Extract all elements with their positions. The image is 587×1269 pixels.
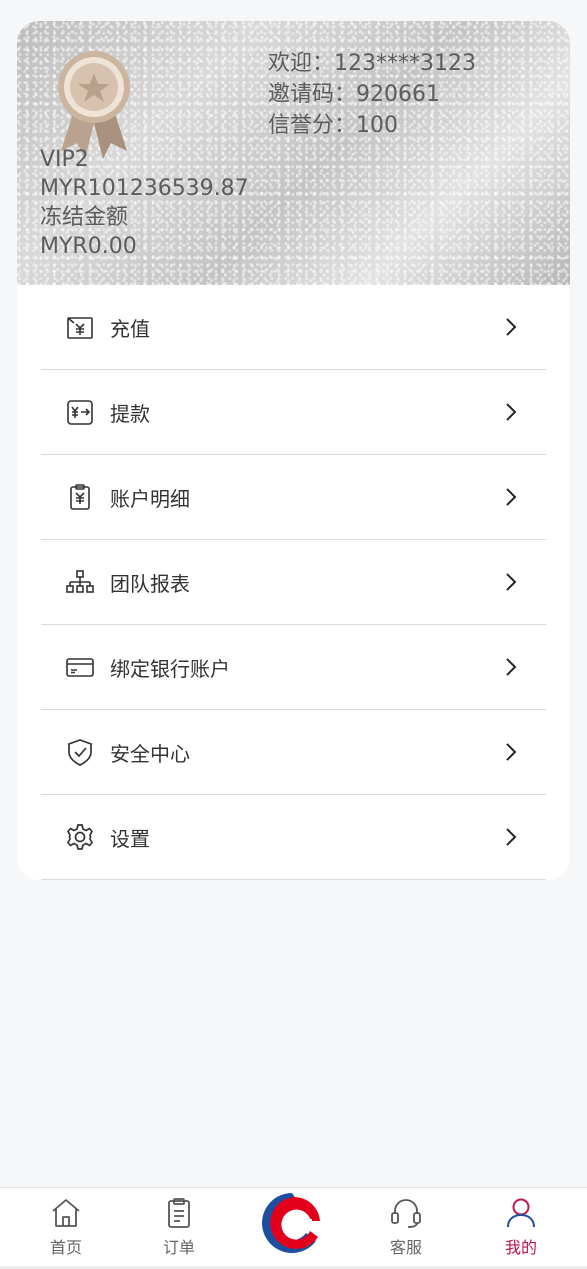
- menu-item-withdraw[interactable]: 提款: [41, 370, 546, 455]
- team-report-icon: [65, 567, 95, 597]
- tab-orders[interactable]: 订单: [139, 1196, 219, 1258]
- welcome-user: 123****3123: [334, 51, 476, 76]
- invite-code: 920661: [356, 82, 440, 107]
- chevron-right-icon: [506, 318, 517, 336]
- tab-home[interactable]: 首页: [26, 1196, 106, 1258]
- shield-icon: [65, 737, 95, 767]
- account-detail-icon: [65, 482, 95, 512]
- tab-service-label: 客服: [389, 1238, 422, 1257]
- chevron-right-icon: [506, 828, 517, 846]
- tab-service[interactable]: 客服: [366, 1196, 446, 1258]
- welcome-row: 欢迎：123****3123: [268, 48, 476, 79]
- menu-item-security[interactable]: 安全中心: [41, 710, 546, 795]
- balance-amount: MYR101236539.87: [40, 176, 249, 201]
- chevron-right-icon: [506, 573, 517, 591]
- withdraw-icon: [65, 397, 95, 427]
- chevron-right-icon: [506, 488, 517, 506]
- credit-label: 信誉分：: [268, 113, 357, 138]
- bank-card-icon: [65, 652, 95, 682]
- vip-level: VIP2: [40, 147, 89, 172]
- home-icon: [52, 1199, 80, 1227]
- menu-item-settings[interactable]: 设置: [41, 795, 546, 880]
- menu-list: 充值 提款 账户明细 团队报表 绑定银行账户 安全中心 设置: [17, 285, 570, 880]
- menu-item-recharge[interactable]: 充值: [41, 285, 546, 370]
- menu-label-team-report: 团队报表: [110, 571, 190, 596]
- frozen-amount: MYR0.00: [40, 234, 137, 259]
- gear-icon: [65, 822, 95, 852]
- menu-item-account-detail[interactable]: 账户明细: [41, 455, 546, 540]
- tab-mine[interactable]: 我的: [481, 1196, 561, 1258]
- frozen-label: 冻结金额: [40, 205, 129, 230]
- menu-label-security: 安全中心: [110, 741, 190, 766]
- vip-left-info: VIP2 MYR101236539.87 冻结金额 MYR0.00: [40, 145, 249, 261]
- vip-right-info: 欢迎：123****3123 邀请码：920661 信誉分：100: [268, 48, 476, 141]
- chevron-right-icon: [506, 658, 517, 676]
- medal-icon: [58, 51, 130, 159]
- menu-item-team-report[interactable]: 团队报表: [41, 540, 546, 625]
- credit-row: 信誉分：100: [268, 110, 476, 141]
- tab-orders-label: 订单: [162, 1238, 195, 1257]
- recharge-icon: [65, 312, 95, 342]
- bottom-tab-bar: 首页 订单 客服 我的: [0, 1187, 587, 1269]
- clipboard-icon: [168, 1198, 190, 1228]
- menu-item-bank-card[interactable]: 绑定银行账户: [41, 625, 546, 710]
- invite-row: 邀请码：920661: [268, 79, 476, 110]
- invite-label: 邀请码：: [268, 82, 357, 107]
- headset-icon: [391, 1199, 421, 1228]
- menu-label-bank-card: 绑定银行账户: [110, 656, 230, 681]
- tab-mine-label: 我的: [504, 1238, 537, 1257]
- vip-card: VIP2 MYR101236539.87 冻结金额 MYR0.00 欢迎：123…: [17, 21, 570, 285]
- chevron-right-icon: [506, 743, 517, 761]
- brand-logo-icon: [262, 1193, 320, 1253]
- user-icon: [507, 1198, 535, 1228]
- welcome-label: 欢迎：: [268, 51, 335, 76]
- chevron-right-icon: [506, 403, 517, 421]
- tab-home-label: 首页: [49, 1238, 82, 1257]
- menu-label-withdraw: 提款: [110, 401, 150, 426]
- menu-label-recharge: 充值: [110, 316, 150, 341]
- credit-score: 100: [356, 113, 399, 138]
- center-logo-button[interactable]: [260, 1191, 324, 1255]
- menu-label-settings: 设置: [110, 826, 150, 851]
- menu-label-account-detail: 账户明细: [110, 486, 190, 511]
